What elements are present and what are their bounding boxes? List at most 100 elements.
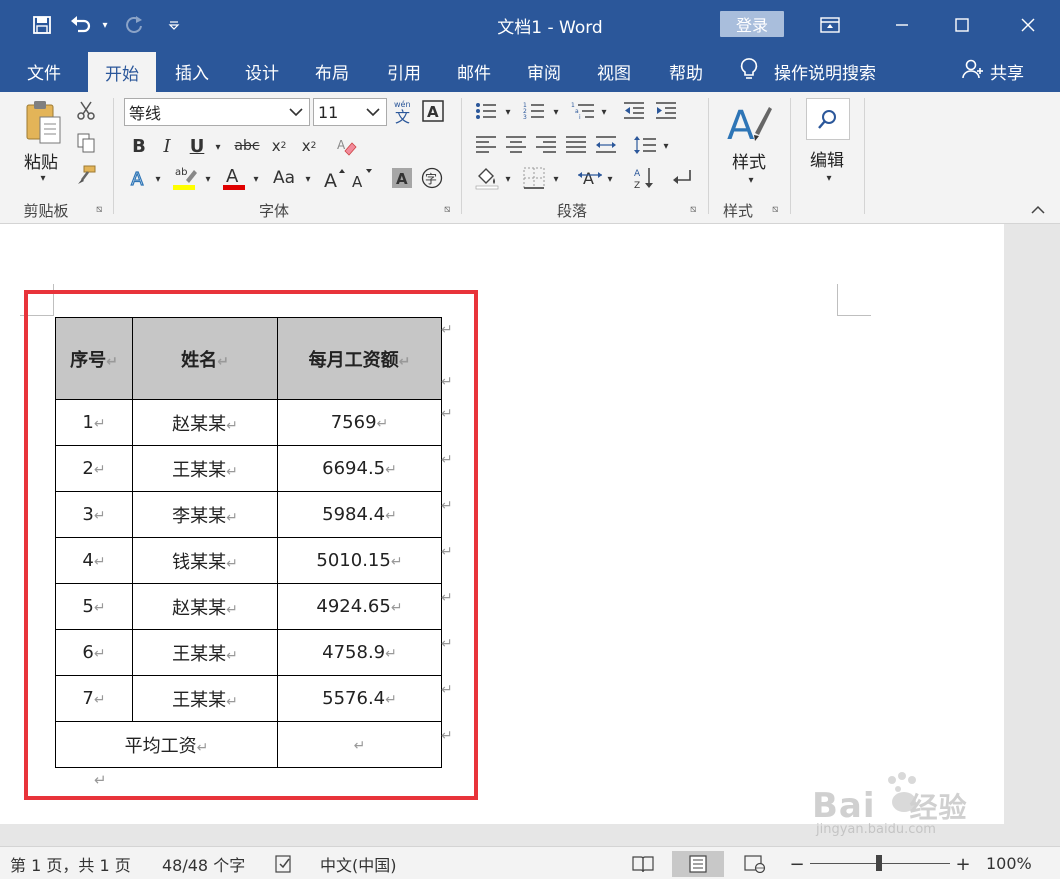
bullets-icon[interactable] xyxy=(474,100,498,122)
strikethrough-icon[interactable]: abc xyxy=(232,134,262,158)
web-layout-icon[interactable] xyxy=(742,851,768,877)
distributed-align-icon[interactable] xyxy=(594,134,618,156)
styles-launcher-icon[interactable]: ⧅ xyxy=(772,204,784,216)
font-color-dropdown-icon[interactable]: ▾ xyxy=(250,168,262,190)
decrease-indent-icon[interactable] xyxy=(622,100,646,122)
undo-dropdown-icon[interactable]: ▾ xyxy=(98,0,112,50)
paste-dropdown-icon[interactable]: ▾ xyxy=(36,172,50,184)
zoom-out-icon[interactable]: − xyxy=(788,851,806,877)
clear-formatting-icon[interactable]: A xyxy=(334,134,358,158)
search-icon[interactable] xyxy=(806,98,850,140)
text-effects-dropdown-icon[interactable]: ▾ xyxy=(152,168,164,190)
tab-help[interactable]: 帮助 xyxy=(654,50,718,92)
change-case-icon[interactable]: Aa xyxy=(268,166,300,190)
justify-icon[interactable] xyxy=(564,134,588,156)
chevron-down-icon[interactable] xyxy=(287,103,305,125)
chinese-layout-icon[interactable]: A xyxy=(576,166,604,190)
paragraph-launcher-icon[interactable]: ⧅ xyxy=(690,204,702,216)
proofing-icon[interactable] xyxy=(272,851,296,877)
login-button[interactable]: 登录 xyxy=(720,11,784,37)
format-painter-icon[interactable] xyxy=(74,164,98,186)
increase-indent-icon[interactable] xyxy=(654,100,678,122)
clipboard-launcher-icon[interactable]: ⧅ xyxy=(96,204,108,216)
zoom-level[interactable]: 100% xyxy=(986,847,1032,879)
read-mode-icon[interactable] xyxy=(630,851,656,877)
bullets-dropdown-icon[interactable]: ▾ xyxy=(502,102,514,122)
redo-icon[interactable] xyxy=(118,0,150,50)
language-indicator[interactable]: 中文(中国) xyxy=(320,847,397,879)
styles-button-label[interactable]: 样式 xyxy=(732,148,766,173)
align-right-icon[interactable] xyxy=(534,134,558,156)
line-spacing-dropdown-icon[interactable]: ▾ xyxy=(660,136,672,156)
shrink-font-icon[interactable]: A xyxy=(350,166,376,190)
borders-icon[interactable] xyxy=(522,166,546,190)
bold-icon[interactable]: B xyxy=(128,134,150,158)
tab-mailings[interactable]: 邮件 xyxy=(444,50,504,92)
tab-home[interactable]: 开始 xyxy=(88,52,156,92)
underline-dropdown-icon[interactable]: ▾ xyxy=(212,136,224,158)
multilevel-list-dropdown-icon[interactable]: ▾ xyxy=(598,102,610,122)
zoom-in-icon[interactable]: + xyxy=(954,851,972,877)
tab-layout[interactable]: 布局 xyxy=(302,50,362,92)
font-launcher-icon[interactable]: ⧅ xyxy=(444,204,456,216)
italic-icon[interactable]: I xyxy=(156,134,178,158)
text-effects-icon[interactable]: A xyxy=(128,166,150,190)
vertical-scrollbar[interactable] xyxy=(1004,224,1060,846)
tab-design[interactable]: 设计 xyxy=(232,50,292,92)
character-shading-icon[interactable]: A xyxy=(390,166,414,190)
shading-icon[interactable] xyxy=(474,166,500,190)
styles-dropdown-icon[interactable]: ▾ xyxy=(744,174,758,186)
collapse-ribbon-icon[interactable] xyxy=(1030,204,1048,218)
superscript-icon[interactable]: x2 xyxy=(298,134,320,158)
enclose-characters-icon[interactable]: 字 xyxy=(420,166,444,190)
copy-icon[interactable] xyxy=(74,132,98,154)
font-color-icon[interactable]: A xyxy=(222,164,246,192)
share-button[interactable]: 共享 xyxy=(962,50,1024,92)
paste-button-label[interactable]: 粘贴 xyxy=(24,148,58,173)
show-paragraph-marks-icon[interactable] xyxy=(670,166,694,190)
maximize-icon[interactable] xyxy=(936,0,988,50)
line-spacing-icon[interactable] xyxy=(632,134,658,156)
align-center-icon[interactable] xyxy=(504,134,528,156)
align-left-icon[interactable] xyxy=(474,134,498,156)
phonetic-guide-icon[interactable]: wén 文 xyxy=(392,98,414,124)
cut-icon[interactable] xyxy=(74,100,98,122)
shading-dropdown-icon[interactable]: ▾ xyxy=(502,168,514,190)
numbering-icon[interactable]: 123 xyxy=(522,100,546,122)
multilevel-list-icon[interactable]: 1ai xyxy=(570,100,596,122)
character-border-icon[interactable]: A xyxy=(422,100,444,122)
chevron-down-icon[interactable] xyxy=(364,103,382,125)
page-count[interactable]: 第 1 页，共 1 页 xyxy=(10,847,131,879)
print-layout-icon[interactable] xyxy=(672,851,724,877)
save-icon[interactable] xyxy=(24,0,60,50)
undo-icon[interactable] xyxy=(64,0,98,50)
paste-icon[interactable] xyxy=(22,98,66,146)
borders-dropdown-icon[interactable]: ▾ xyxy=(550,168,562,190)
subscript-icon[interactable]: x2 xyxy=(268,134,290,158)
zoom-slider-thumb[interactable] xyxy=(876,855,882,871)
word-count[interactable]: 48/48 个字 xyxy=(162,847,245,879)
tab-view[interactable]: 视图 xyxy=(584,50,644,92)
close-icon[interactable] xyxy=(1002,0,1054,50)
customize-qat-icon[interactable] xyxy=(162,0,186,50)
underline-icon[interactable]: U xyxy=(186,134,208,158)
tab-file[interactable]: 文件 xyxy=(14,50,74,92)
grow-font-icon[interactable]: A xyxy=(322,166,348,190)
highlight-icon[interactable]: ab xyxy=(172,164,198,192)
chinese-layout-dropdown-icon[interactable]: ▾ xyxy=(604,168,616,190)
change-case-dropdown-icon[interactable]: ▾ xyxy=(302,168,314,190)
editing-dropdown-icon[interactable]: ▾ xyxy=(822,172,836,184)
ribbon-display-options-icon[interactable] xyxy=(810,0,850,50)
minimize-icon[interactable] xyxy=(876,0,928,50)
tab-references[interactable]: 引用 xyxy=(374,50,434,92)
tab-insert[interactable]: 插入 xyxy=(162,50,222,92)
document-page[interactable]: 序号↵ 姓名↵ 每月工资额↵ 1↵ 赵某某↵ 7569↵ 2↵ 王某某↵ 669… xyxy=(0,224,1004,824)
tell-me-search[interactable]: 操作说明搜索 xyxy=(740,50,876,92)
sort-icon[interactable]: AZ xyxy=(632,166,656,190)
tab-review[interactable]: 审阅 xyxy=(514,50,574,92)
numbering-dropdown-icon[interactable]: ▾ xyxy=(550,102,562,122)
font-size-combo[interactable]: 11 xyxy=(313,98,387,126)
highlight-dropdown-icon[interactable]: ▾ xyxy=(202,168,214,190)
font-name-combo[interactable]: 等线 xyxy=(124,98,310,126)
editing-button-label[interactable]: 编辑 xyxy=(810,146,844,171)
